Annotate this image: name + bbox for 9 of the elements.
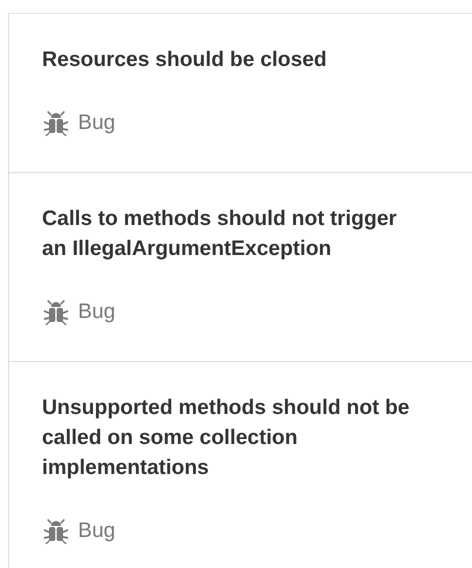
bug-icon	[42, 517, 70, 545]
rule-title: Unsupported methods should not be called on some collection implementations	[42, 395, 410, 481]
bug-icon	[42, 298, 70, 326]
rule-type-label: Bug	[78, 110, 116, 136]
rule-type-label: Bug	[78, 299, 116, 325]
bug-icon	[42, 109, 70, 137]
rule-title: Calls to methods should not trigger an IllegalArgumentException	[42, 206, 398, 262]
rule-title: Resources should be closed	[42, 47, 328, 73]
rule-type-label: Bug	[78, 518, 116, 544]
